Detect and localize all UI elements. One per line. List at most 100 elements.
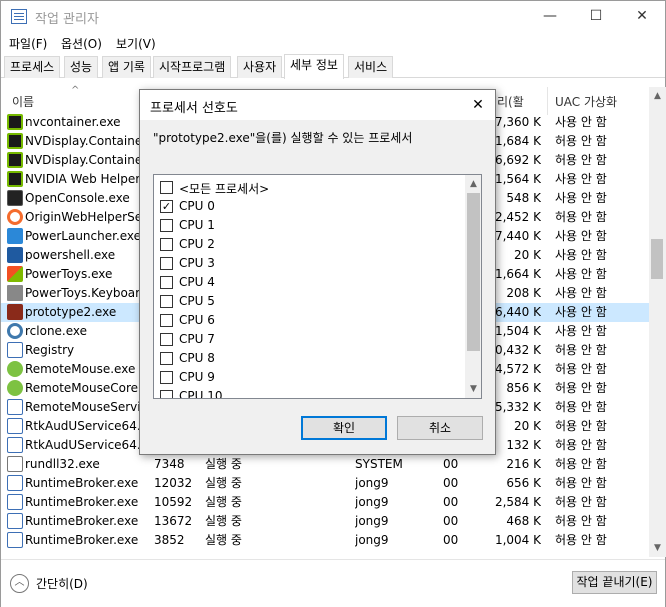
process-user: jong9 <box>355 495 389 509</box>
process-status: 실행 중 <box>205 533 242 547</box>
checkbox[interactable] <box>160 181 173 194</box>
column-header-uac[interactable]: UAC 가상화 <box>555 93 617 110</box>
process-pid: 7348 <box>154 457 185 471</box>
processor-item[interactable]: CPU 1 <box>160 216 460 235</box>
process-uac: 허용 안 함 <box>555 362 607 376</box>
tab-app-history[interactable]: 앱 기록 <box>102 56 151 78</box>
process-row[interactable]: RuntimeBroker.exe 12032 실행 중 jong9 00 656 K 허용… <box>1 474 649 493</box>
chevron-up-icon[interactable]: ︿ <box>10 574 29 593</box>
checkbox[interactable] <box>160 371 173 384</box>
list-scrollbar[interactable]: ▲ ▼ <box>465 175 481 398</box>
tab-details[interactable]: 세부 정보 <box>284 54 344 79</box>
cancel-button[interactable]: 취소 <box>397 416 483 440</box>
process-uac: 허용 안 함 <box>555 514 607 528</box>
process-uac: 허용 안 함 <box>555 419 607 433</box>
checkbox[interactable] <box>160 238 173 251</box>
process-memory: 2,584 K <box>494 495 541 509</box>
process-uac: 허용 안 함 <box>555 210 607 224</box>
processor-item[interactable]: CPU 4 <box>160 273 460 292</box>
window-icon <box>7 513 23 529</box>
process-name: OpenConsole.exe <box>25 191 130 205</box>
dialog-title-bar[interactable]: 프로세서 선호도 ✕ <box>140 90 495 120</box>
column-header-name[interactable]: 이름 <box>12 93 34 110</box>
processor-item[interactable]: CPU 8 <box>160 349 460 368</box>
processor-item[interactable]: CPU 6 <box>160 311 460 330</box>
list-scroll-up-icon[interactable]: ▲ <box>465 177 481 191</box>
process-row[interactable]: rundll32.exe 7348 실행 중 SYSTEM 00 216 K 허용 안 함 <box>1 455 649 474</box>
process-cpu: 00 <box>443 533 459 547</box>
nvidia-icon <box>7 114 23 130</box>
checkbox[interactable] <box>160 295 173 308</box>
tab-users[interactable]: 사용자 <box>237 56 283 78</box>
checkbox[interactable] <box>160 333 173 346</box>
process-name: rundll32.exe <box>25 457 100 471</box>
list-scroll-down-icon[interactable]: ▼ <box>465 382 481 396</box>
checkbox[interactable] <box>160 257 173 270</box>
tab-startup[interactable]: 시작프로그램 <box>153 56 232 78</box>
window-icon <box>7 532 23 548</box>
process-pid: 12032 <box>154 476 193 490</box>
task-manager-icon <box>11 9 27 24</box>
tab-processes[interactable]: 프로세스 <box>4 56 61 78</box>
menu-file[interactable]: 파일(F) <box>9 35 47 52</box>
process-pid: 3852 <box>154 533 185 547</box>
process-pid: 13672 <box>154 514 193 528</box>
title-bar[interactable]: 작업 관리자 — ☐ ✕ <box>1 1 665 32</box>
process-name: rclone.exe <box>25 324 88 338</box>
tab-performance[interactable]: 성능 <box>64 56 99 78</box>
menu-view[interactable]: 보기(V) <box>116 35 156 52</box>
fewer-details-link[interactable]: 간단히(D) <box>36 575 88 592</box>
processor-list[interactable]: <모든 프로세서> ✓ CPU 0 CPU 1 CPU 2 CPU 3 CPU 4 CPU 5… <box>153 174 482 399</box>
menu-bar: 파일(F) 옵션(O) 보기(V) <box>1 32 665 54</box>
tab-services[interactable]: 서비스 <box>348 56 394 78</box>
process-name: RuntimeBroker.exe <box>25 514 139 528</box>
list-scroll-thumb[interactable] <box>467 193 480 351</box>
processor-item[interactable]: CPU 5 <box>160 292 460 311</box>
checkbox[interactable] <box>160 390 173 398</box>
process-uac: 허용 안 함 <box>555 134 607 148</box>
scroll-thumb[interactable] <box>651 239 663 279</box>
checkbox-checked[interactable]: ✓ <box>160 200 173 213</box>
processor-item[interactable]: CPU 7 <box>160 330 460 349</box>
footer-bar: ︿ 간단히(D) 작업 끝내기(E) <box>1 559 665 607</box>
processor-item[interactable]: CPU 9 <box>160 368 460 387</box>
process-memory: 468 K <box>506 514 541 528</box>
process-name: powershell.exe <box>25 248 116 262</box>
minimize-button[interactable]: — <box>527 1 573 32</box>
scroll-down-icon[interactable]: ▼ <box>649 541 666 555</box>
checkbox[interactable] <box>160 352 173 365</box>
processor-label: CPU 8 <box>179 351 215 365</box>
menu-options[interactable]: 옵션(O) <box>61 35 102 52</box>
processor-label: CPU 3 <box>179 256 215 270</box>
process-row[interactable]: RuntimeBroker.exe 13672 실행 중 jong9 00 468 K 허용… <box>1 512 649 531</box>
process-row[interactable]: RuntimeBroker.exe 10592 실행 중 jong9 00 2,584 K… <box>1 493 649 512</box>
powerlauncher-icon <box>7 228 23 244</box>
ok-button[interactable]: 확인 <box>301 416 387 440</box>
column-header-memory[interactable]: 리(활 <box>497 93 524 110</box>
process-uac: 허용 안 함 <box>555 400 607 414</box>
checkbox[interactable] <box>160 276 173 289</box>
processor-item[interactable]: ✓ CPU 0 <box>160 197 460 216</box>
checkbox[interactable] <box>160 314 173 327</box>
vertical-scrollbar[interactable]: ▲ ▼ <box>649 87 666 557</box>
processor-label: CPU 7 <box>179 332 215 346</box>
process-name: RuntimeBroker.exe <box>25 533 139 547</box>
processor-item[interactable]: CPU 10 <box>160 387 460 398</box>
process-user: jong9 <box>355 533 389 547</box>
processor-item[interactable]: CPU 3 <box>160 254 460 273</box>
nvidia-icon <box>7 133 23 149</box>
dialog-close-button[interactable]: ✕ <box>461 90 495 120</box>
process-row[interactable]: RuntimeBroker.exe 3852 실행 중 jong9 00 1,004 K 허… <box>1 531 649 550</box>
process-name: NVDisplay.Containe... <box>25 153 145 167</box>
processor-item[interactable]: <모든 프로세서> <box>160 178 460 197</box>
column-divider[interactable] <box>547 87 548 115</box>
process-name: RemoteMouseCore.... <box>25 381 145 395</box>
process-name: RtkAudUService64.e... <box>25 438 145 452</box>
close-button[interactable]: ✕ <box>619 1 665 32</box>
scroll-up-icon[interactable]: ▲ <box>649 89 666 103</box>
end-task-button[interactable]: 작업 끝내기(E) <box>572 571 657 594</box>
processor-item[interactable]: CPU 2 <box>160 235 460 254</box>
checkbox[interactable] <box>160 219 173 232</box>
console-icon <box>7 190 23 206</box>
maximize-button[interactable]: ☐ <box>573 1 619 32</box>
